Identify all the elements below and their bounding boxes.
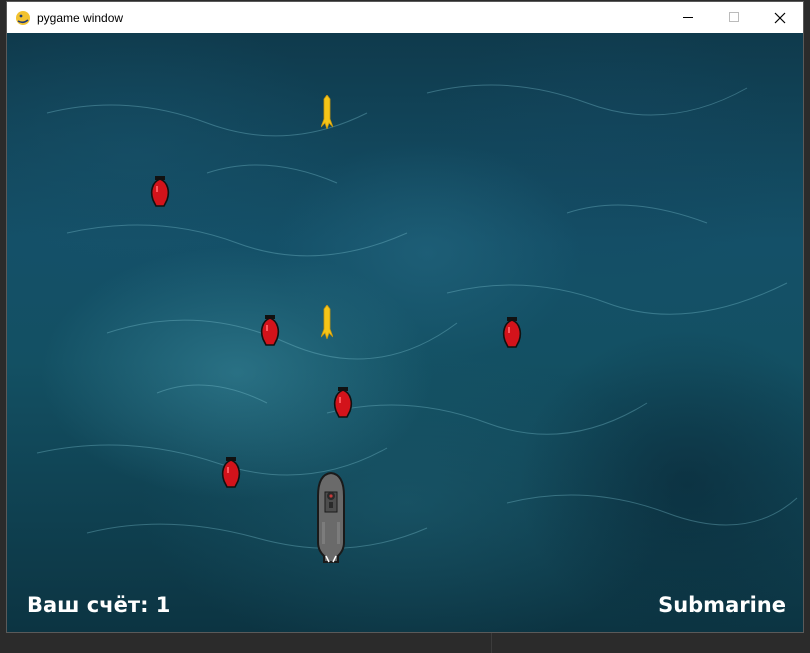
water-texture	[36, 84, 798, 549]
editor-divider	[491, 633, 492, 653]
window-title: pygame window	[37, 11, 124, 25]
score-label: Ваш счёт: 1	[27, 593, 171, 617]
game-title-label: Submarine	[658, 593, 786, 617]
minimize-button[interactable]	[665, 2, 711, 33]
submarine	[317, 472, 345, 563]
maximize-button[interactable]	[711, 2, 757, 33]
mine-2	[260, 315, 280, 346]
mine-4	[333, 387, 353, 418]
editor-bottom-area	[0, 633, 810, 653]
maximize-icon	[728, 12, 739, 22]
pygame-window: pygame window Ваш счёт: 1 Submarine	[6, 1, 804, 633]
mine-5	[221, 457, 241, 488]
mine-1	[150, 176, 170, 207]
mine-3	[502, 317, 522, 348]
pygame-snake-icon	[16, 11, 30, 25]
title-bar[interactable]: pygame window	[7, 2, 803, 33]
minimize-icon	[682, 17, 693, 18]
close-icon	[774, 12, 786, 23]
torpedo-1	[321, 95, 333, 129]
close-button[interactable]	[757, 2, 803, 33]
torpedo-2	[321, 305, 333, 339]
game-canvas[interactable]: Ваш счёт: 1 Submarine	[7, 33, 803, 632]
